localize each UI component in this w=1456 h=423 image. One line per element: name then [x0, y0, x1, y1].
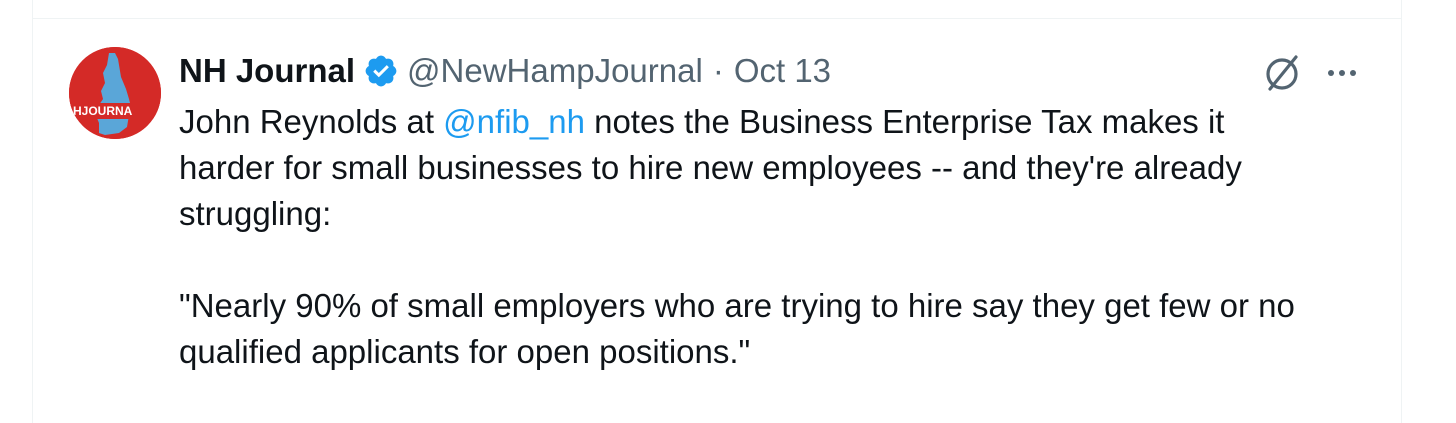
timestamp[interactable]: Oct 13: [734, 52, 831, 90]
tweet-text-line: "Nearly 90% of small employers who are t…: [179, 287, 1295, 324]
verified-badge-icon: [363, 53, 399, 89]
grok-icon[interactable]: [1260, 51, 1304, 95]
svg-text:HJOURNA: HJOURNA: [73, 104, 133, 118]
user-handle[interactable]: @NewHampJournal: [407, 52, 703, 90]
tweet-header: NH Journal @NewHampJournal · Oct 13: [179, 51, 831, 91]
tweet-text: John Reynolds at @nfib_nh notes the Busi…: [179, 99, 1379, 375]
mention-link[interactable]: @nfib_nh: [443, 103, 585, 140]
avatar[interactable]: HJOURNA: [69, 47, 161, 139]
separator-dot: ·: [712, 52, 724, 89]
tweet-text-line: harder for small businesses to hire new …: [179, 149, 1242, 186]
tweet-text-line: struggling:: [179, 195, 332, 232]
tweet-card[interactable]: HJOURNA NH Journal @NewHampJournal · Oct…: [32, 19, 1402, 423]
tweet-text-line: John Reynolds at @nfib_nh notes the Busi…: [179, 103, 1225, 140]
display-name[interactable]: NH Journal: [179, 52, 355, 90]
tweet-text-line: qualified applicants for open positions.…: [179, 333, 751, 370]
nh-journal-logo-icon: HJOURNA: [69, 47, 161, 139]
more-options-icon[interactable]: [1322, 55, 1362, 91]
